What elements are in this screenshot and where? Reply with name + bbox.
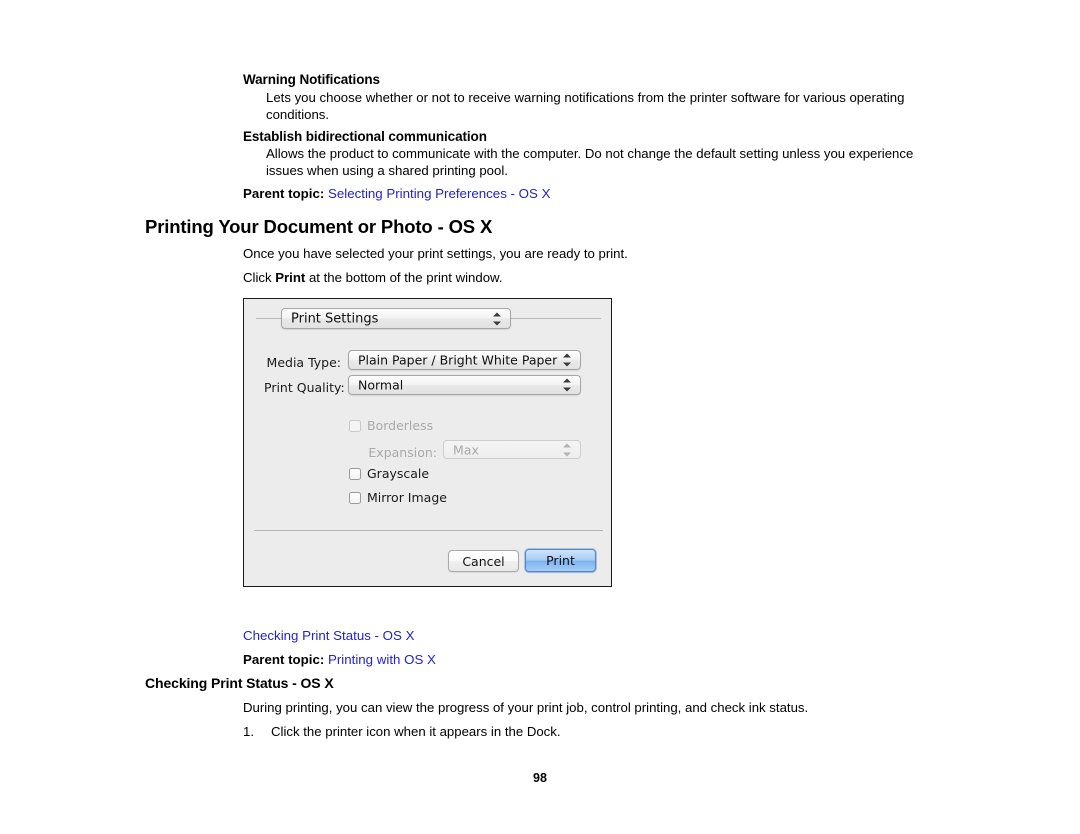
print-dialog-screenshot: Print Settings Media Type: Plain Paper /… xyxy=(243,298,612,587)
parent-topic-link-selecting-printing-preferences[interactable]: Selecting Printing Preferences - OS X xyxy=(328,186,550,201)
borderless-checkbox-row: Borderless xyxy=(349,418,433,433)
expansion-label: Expansion: xyxy=(368,445,437,460)
stepper-arrows-icon xyxy=(563,353,572,368)
grayscale-checkbox[interactable] xyxy=(349,467,361,480)
grayscale-label: Grayscale xyxy=(367,466,430,481)
expansion-popup-button: Max xyxy=(443,440,581,459)
parent-topic-printing-with-os-x: Parent topic: Printing with OS X xyxy=(243,651,436,668)
list-item-text: Click the printer icon when it appears i… xyxy=(271,724,561,739)
intro-paragraph: Once you have selected your print settin… xyxy=(243,246,628,261)
term-title-warning-notifications: Warning Notifications xyxy=(243,72,380,87)
document-page: Warning Notifications Lets you choose wh… xyxy=(0,0,1080,834)
instruction-bold-print: Print xyxy=(275,270,306,285)
instruction-after: at the bottom of the print window. xyxy=(305,270,503,285)
stepper-arrows-icon xyxy=(563,442,572,457)
list-item-number: 1. xyxy=(243,724,254,739)
mirror-image-label: Mirror Image xyxy=(367,490,447,505)
media-type-value: Plain Paper / Bright White Paper xyxy=(358,352,558,368)
sub-paragraph: During printing, you can view the progre… xyxy=(243,700,809,715)
print-pane-popup-value: Print Settings xyxy=(291,311,379,326)
page-title: Printing Your Document or Photo - OS X xyxy=(145,216,493,237)
term-description-establish-bidirectional-communication: Allows the product to communicate with t… xyxy=(266,146,914,179)
borderless-checkbox xyxy=(349,419,361,432)
mirror-image-checkbox[interactable] xyxy=(349,491,361,504)
dialog-footer-divider xyxy=(254,530,603,531)
page-number: 98 xyxy=(533,771,547,785)
cancel-button[interactable]: Cancel xyxy=(448,550,519,572)
related-link-checking-print-status[interactable]: Checking Print Status - OS X xyxy=(243,627,414,644)
parent-topic-selecting-printing-preferences: Parent topic: Selecting Printing Prefere… xyxy=(243,185,550,202)
list-item: 1. Click the printer icon when it appear… xyxy=(243,723,561,740)
expansion-value: Max xyxy=(453,442,479,457)
stepper-arrows-icon xyxy=(493,311,502,326)
parent-topic-label: Parent topic: xyxy=(243,652,325,667)
parent-topic-label: Parent topic: xyxy=(243,186,325,201)
print-pane-popup-button[interactable]: Print Settings xyxy=(281,308,511,329)
print-quality-value: Normal xyxy=(358,377,404,393)
term-description-warning-notifications: Lets you choose whether or not to receiv… xyxy=(266,90,905,123)
media-type-popup-button[interactable]: Plain Paper / Bright White Paper xyxy=(348,350,581,370)
media-type-label: Media Type: xyxy=(266,355,341,370)
stepper-arrows-icon xyxy=(563,378,572,393)
instruction-line: Click Print at the bottom of the print w… xyxy=(243,269,503,286)
instruction-before: Click xyxy=(243,270,276,285)
section-heading-checking-print-status: Checking Print Status - OS X xyxy=(145,675,334,691)
print-quality-popup-button[interactable]: Normal xyxy=(348,375,581,395)
mirror-image-checkbox-row[interactable]: Mirror Image xyxy=(349,490,447,505)
grayscale-checkbox-row[interactable]: Grayscale xyxy=(349,466,429,481)
print-button[interactable]: Print xyxy=(525,549,596,572)
parent-topic-link-printing-with-os-x[interactable]: Printing with OS X xyxy=(328,652,436,667)
term-title-establish-bidirectional-communication: Establish bidirectional communication xyxy=(243,129,487,144)
print-quality-label: Print Quality: xyxy=(264,380,345,395)
borderless-label: Borderless xyxy=(367,418,434,433)
